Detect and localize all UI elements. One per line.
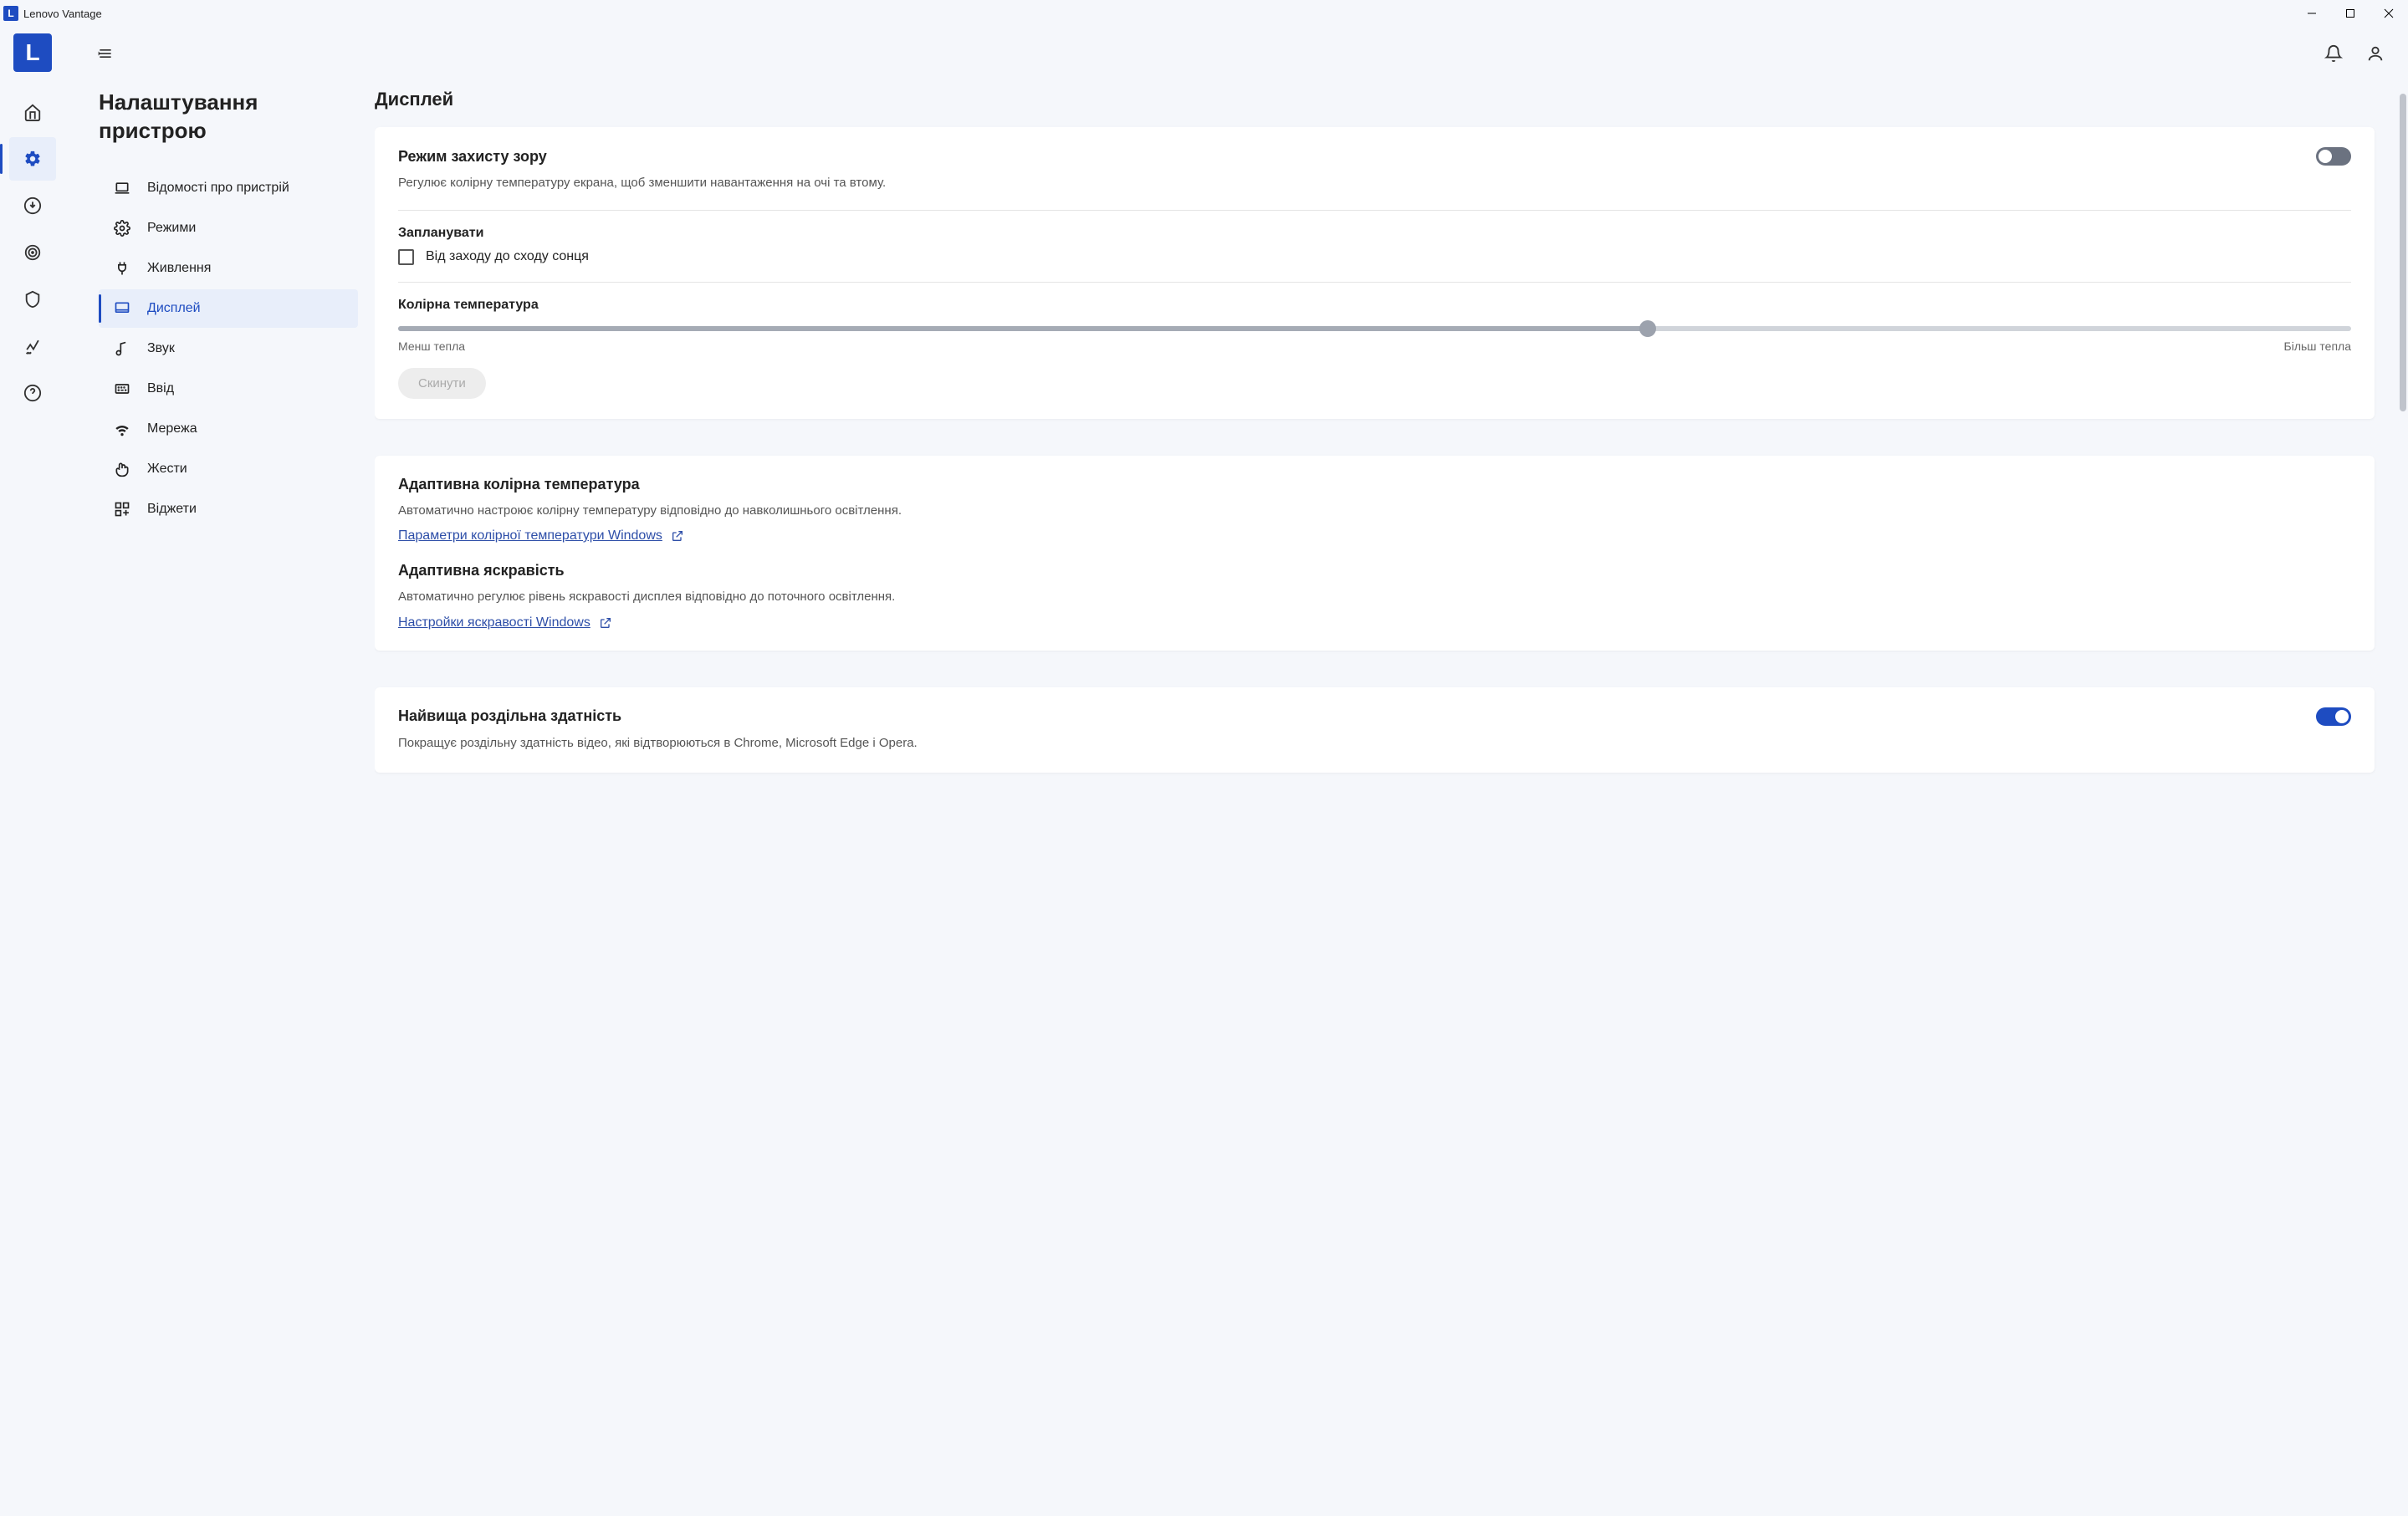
monitor-icon (114, 300, 130, 317)
account-icon[interactable] (2366, 44, 2385, 63)
eye-care-toggle[interactable] (2316, 147, 2351, 166)
notifications-icon[interactable] (2324, 44, 2343, 63)
eye-care-title: Режим захисту зору (398, 148, 547, 166)
color-temp-slider-thumb[interactable] (1639, 320, 1656, 337)
eye-care-desc: Регулює колірну температуру екрана, щоб … (398, 174, 2351, 193)
subnav-item-label: Ввід (147, 381, 174, 396)
close-button[interactable] (2370, 0, 2408, 27)
logo: L (13, 33, 52, 72)
page-title: Дисплей (375, 89, 2375, 110)
subnav-device-info[interactable]: Відомості про пристрій (99, 169, 358, 207)
rail-help[interactable] (9, 371, 56, 415)
subnav-item-label: Жести (147, 462, 187, 477)
minimize-button[interactable] (2293, 0, 2331, 27)
widgets-icon (114, 501, 130, 518)
subnav-audio[interactable]: Звук (99, 329, 358, 368)
rail-security[interactable] (9, 278, 56, 321)
subnav-item-label: Відомості про пристрій (147, 181, 289, 196)
subnav-title: Налаштування пристрою (99, 89, 358, 145)
rail-home[interactable] (9, 90, 56, 134)
schedule-sunset-checkbox[interactable] (398, 249, 414, 265)
slider-min-label: Менш тепла (398, 339, 465, 353)
subnav-input[interactable]: Ввід (99, 370, 358, 408)
color-temp-heading: Колірна температура (398, 298, 2351, 313)
super-resolution-toggle[interactable] (2316, 707, 2351, 726)
schedule-option-label: Від заходу до сходу сонця (426, 249, 589, 264)
laptop-icon (114, 180, 130, 197)
windows-brightness-link[interactable]: Настройки яскравості Windows (398, 615, 612, 630)
divider (398, 210, 2351, 211)
top-bar (65, 27, 2408, 80)
plug-icon (114, 260, 130, 277)
rail-performance[interactable] (9, 324, 56, 368)
main-content: Дисплей Режим захисту зору Регулює колір… (375, 27, 2408, 1516)
reset-button[interactable]: Скинути (398, 368, 486, 399)
maximize-button[interactable] (2331, 0, 2370, 27)
subnav-widgets[interactable]: Віджети (99, 490, 358, 528)
link-text: Параметри колірної температури Windows (398, 528, 662, 544)
adaptive-temp-title: Адаптивна колірна температура (398, 476, 2351, 493)
adaptive-bright-desc: Автоматично регулює рівень яскравості ди… (398, 588, 2351, 607)
adaptive-bright-title: Адаптивна яскравість (398, 562, 2351, 579)
windows-color-temp-link[interactable]: Параметри колірної температури Windows (398, 528, 684, 544)
hand-icon (114, 461, 130, 477)
subnav-gestures[interactable]: Жести (99, 450, 358, 488)
rail-downloads[interactable] (9, 184, 56, 227)
subnav-item-label: Дисплей (147, 301, 201, 316)
gear-icon (114, 220, 130, 237)
slider-max-label: Більш тепла (2284, 339, 2351, 353)
subnav-power[interactable]: Живлення (99, 249, 358, 288)
sub-navigation: Налаштування пристрою Відомості про прис… (65, 27, 375, 1516)
expand-nav-button[interactable] (97, 45, 114, 62)
divider (398, 282, 2351, 283)
rail-target[interactable] (9, 231, 56, 274)
keyboard-icon (114, 380, 130, 397)
subnav-item-label: Живлення (147, 261, 211, 276)
adaptive-temp-desc: Автоматично настроює колірну температуру… (398, 502, 2351, 521)
subnav-item-label: Звук (147, 341, 175, 356)
music-note-icon (114, 340, 130, 357)
superres-desc: Покращує роздільну здатність відео, які … (398, 734, 2351, 753)
superres-title: Найвища роздільна здатність (398, 707, 621, 725)
color-temp-slider-track[interactable] (398, 326, 2351, 331)
external-link-icon (599, 616, 612, 630)
adaptive-card: Адаптивна колірна температура Автоматичн… (375, 456, 2375, 651)
wifi-icon (114, 421, 130, 437)
subnav-item-label: Режими (147, 221, 196, 236)
subnav-item-label: Мережа (147, 421, 197, 436)
eye-care-card: Режим захисту зору Регулює колірну темпе… (375, 127, 2375, 419)
nav-rail: L (0, 27, 65, 1516)
super-resolution-card: Найвища роздільна здатність Покращує роз… (375, 687, 2375, 773)
window-title: Lenovo Vantage (23, 8, 102, 20)
subnav-display[interactable]: Дисплей (99, 289, 358, 328)
title-bar: L Lenovo Vantage (0, 0, 2408, 27)
subnav-item-label: Віджети (147, 502, 197, 517)
schedule-heading: Запланувати (398, 226, 2351, 241)
app-icon: L (3, 6, 18, 21)
external-link-icon (671, 529, 684, 543)
scrollbar[interactable] (2400, 94, 2406, 411)
rail-device-settings[interactable] (9, 137, 56, 181)
slider-fill (398, 326, 1648, 331)
subnav-modes[interactable]: Режими (99, 209, 358, 248)
subnav-network[interactable]: Мережа (99, 410, 358, 448)
link-text: Настройки яскравості Windows (398, 615, 590, 630)
